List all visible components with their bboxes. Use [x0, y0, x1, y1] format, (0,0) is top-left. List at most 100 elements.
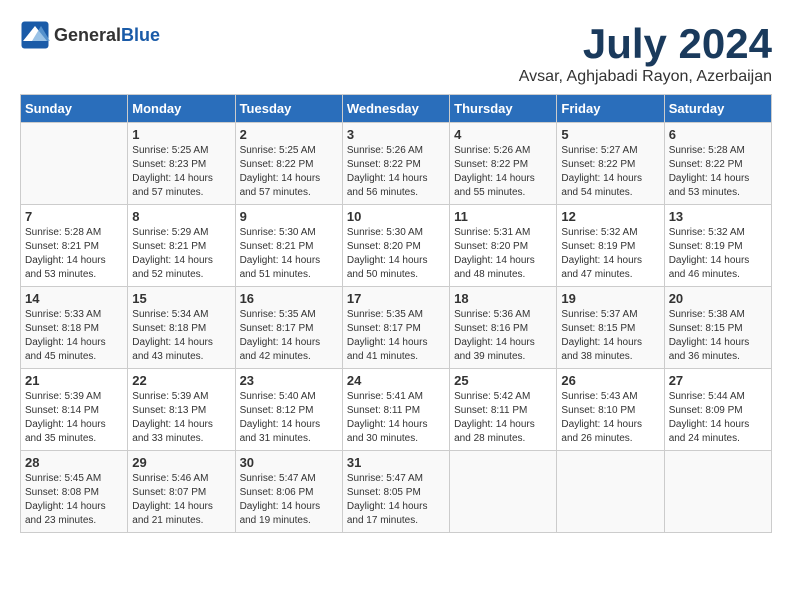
- day-number: 23: [240, 373, 338, 388]
- day-cell: 25 Sunrise: 5:42 AMSunset: 8:11 PMDayligh…: [450, 369, 557, 451]
- calendar-body: 1 Sunrise: 5:25 AMSunset: 8:23 PMDaylight…: [21, 123, 772, 533]
- day-info: Sunrise: 5:25 AMSunset: 8:22 PMDaylight:…: [240, 144, 338, 200]
- calendar-table: SundayMondayTuesdayWednesdayThursdayFrid…: [20, 94, 772, 533]
- day-number: 20: [669, 291, 767, 306]
- day-cell: 13 Sunrise: 5:32 AMSunset: 8:19 PMDayligh…: [664, 205, 771, 287]
- day-cell: 27 Sunrise: 5:44 AMSunset: 8:09 PMDayligh…: [664, 369, 771, 451]
- week-row-4: 28Sunrise: 5:45 AMSunset: 8:08 PMDayligh…: [21, 451, 772, 533]
- day-info: Sunrise: 5:46 AMSunset: 8:07 PMDaylight:…: [132, 472, 230, 528]
- day-cell: 31 Sunrise: 5:47 AMSunset: 8:05 PMDayligh…: [342, 451, 449, 533]
- day-info: Sunrise: 5:42 AMSunset: 8:11 PMDaylight:…: [454, 390, 552, 446]
- day-info: Sunrise: 5:30 AMSunset: 8:21 PMDaylight:…: [240, 226, 338, 282]
- day-cell: 23 Sunrise: 5:40 AMSunset: 8:12 PMDayligh…: [235, 369, 342, 451]
- day-number: 26: [561, 373, 659, 388]
- day-info: Sunrise: 5:41 AMSunset: 8:11 PMDaylight:…: [347, 390, 445, 446]
- title-area: July 2024 Avsar, Aghjabadi Rayon, Azerba…: [519, 20, 772, 86]
- day-header-friday: Friday: [557, 95, 664, 123]
- day-cell: 11 Sunrise: 5:31 AMSunset: 8:20 PMDayligh…: [450, 205, 557, 287]
- week-row-3: 21 Sunrise: 5:39 AMSunset: 8:14 PMDayligh…: [21, 369, 772, 451]
- day-number: 31: [347, 455, 445, 470]
- day-info: Sunrise: 5:28 AMSunset: 8:21 PMDaylight:…: [25, 226, 123, 282]
- day-cell: 17 Sunrise: 5:35 AMSunset: 8:17 PMDayligh…: [342, 287, 449, 369]
- day-cell: 8 Sunrise: 5:29 AMSunset: 8:21 PMDaylight…: [128, 205, 235, 287]
- day-info: Sunrise: 5:44 AMSunset: 8:09 PMDaylight:…: [669, 390, 767, 446]
- logo-text-general: General: [54, 25, 121, 45]
- day-info: Sunrise: 5:26 AMSunset: 8:22 PMDaylight:…: [347, 144, 445, 200]
- day-info: Sunrise: 5:43 AMSunset: 8:10 PMDaylight:…: [561, 390, 659, 446]
- day-header-thursday: Thursday: [450, 95, 557, 123]
- day-number: 13: [669, 209, 767, 224]
- day-number: 29: [132, 455, 230, 470]
- day-cell: 22 Sunrise: 5:39 AMSunset: 8:13 PMDayligh…: [128, 369, 235, 451]
- day-info: Sunrise: 5:26 AMSunset: 8:22 PMDaylight:…: [454, 144, 552, 200]
- day-cell: 18 Sunrise: 5:36 AMSunset: 8:16 PMDayligh…: [450, 287, 557, 369]
- day-info: Sunrise: 5:27 AMSunset: 8:22 PMDaylight:…: [561, 144, 659, 200]
- day-info: Sunrise: 5:25 AMSunset: 8:23 PMDaylight:…: [132, 144, 230, 200]
- day-info: Sunrise: 5:38 AMSunset: 8:15 PMDaylight:…: [669, 308, 767, 364]
- location-title: Avsar, Aghjabadi Rayon, Azerbaijan: [519, 68, 772, 86]
- day-info: Sunrise: 5:39 AMSunset: 8:13 PMDaylight:…: [132, 390, 230, 446]
- day-info: Sunrise: 5:35 AMSunset: 8:17 PMDaylight:…: [347, 308, 445, 364]
- day-info: Sunrise: 5:29 AMSunset: 8:21 PMDaylight:…: [132, 226, 230, 282]
- day-number: 7: [25, 209, 123, 224]
- day-number: 17: [347, 291, 445, 306]
- day-cell: 10Sunrise: 5:30 AMSunset: 8:20 PMDayligh…: [342, 205, 449, 287]
- day-cell: 5 Sunrise: 5:27 AMSunset: 8:22 PMDaylight…: [557, 123, 664, 205]
- day-number: 19: [561, 291, 659, 306]
- day-cell: 2Sunrise: 5:25 AMSunset: 8:22 PMDaylight…: [235, 123, 342, 205]
- day-info: Sunrise: 5:31 AMSunset: 8:20 PMDaylight:…: [454, 226, 552, 282]
- day-info: Sunrise: 5:33 AMSunset: 8:18 PMDaylight:…: [25, 308, 123, 364]
- day-cell: 26 Sunrise: 5:43 AMSunset: 8:10 PMDayligh…: [557, 369, 664, 451]
- day-number: 6: [669, 127, 767, 142]
- day-cell: 15Sunrise: 5:34 AMSunset: 8:18 PMDayligh…: [128, 287, 235, 369]
- month-title: July 2024: [519, 20, 772, 68]
- day-number: 18: [454, 291, 552, 306]
- day-cell: 29 Sunrise: 5:46 AMSunset: 8:07 PMDayligh…: [128, 451, 235, 533]
- day-number: 14: [25, 291, 123, 306]
- days-header-row: SundayMondayTuesdayWednesdayThursdayFrid…: [21, 95, 772, 123]
- week-row-1: 7 Sunrise: 5:28 AMSunset: 8:21 PMDaylight…: [21, 205, 772, 287]
- day-number: 21: [25, 373, 123, 388]
- day-cell: 6 Sunrise: 5:28 AMSunset: 8:22 PMDaylight…: [664, 123, 771, 205]
- day-cell: 28Sunrise: 5:45 AMSunset: 8:08 PMDayligh…: [21, 451, 128, 533]
- day-info: Sunrise: 5:47 AMSunset: 8:05 PMDaylight:…: [347, 472, 445, 528]
- day-header-monday: Monday: [128, 95, 235, 123]
- logo: GeneralBlue: [20, 20, 160, 50]
- day-cell: 9 Sunrise: 5:30 AMSunset: 8:21 PMDaylight…: [235, 205, 342, 287]
- day-cell: [557, 451, 664, 533]
- day-info: Sunrise: 5:45 AMSunset: 8:08 PMDaylight:…: [25, 472, 123, 528]
- day-number: 15: [132, 291, 230, 306]
- day-info: Sunrise: 5:28 AMSunset: 8:22 PMDaylight:…: [669, 144, 767, 200]
- day-number: 3: [347, 127, 445, 142]
- day-number: 5: [561, 127, 659, 142]
- day-number: 22: [132, 373, 230, 388]
- day-header-tuesday: Tuesday: [235, 95, 342, 123]
- day-cell: 24Sunrise: 5:41 AMSunset: 8:11 PMDayligh…: [342, 369, 449, 451]
- day-header-saturday: Saturday: [664, 95, 771, 123]
- day-number: 27: [669, 373, 767, 388]
- day-number: 9: [240, 209, 338, 224]
- day-number: 12: [561, 209, 659, 224]
- day-cell: [21, 123, 128, 205]
- day-cell: 20 Sunrise: 5:38 AMSunset: 8:15 PMDayligh…: [664, 287, 771, 369]
- day-cell: 21 Sunrise: 5:39 AMSunset: 8:14 PMDayligh…: [21, 369, 128, 451]
- day-info: Sunrise: 5:32 AMSunset: 8:19 PMDaylight:…: [669, 226, 767, 282]
- day-number: 25: [454, 373, 552, 388]
- day-number: 16: [240, 291, 338, 306]
- day-cell: 7 Sunrise: 5:28 AMSunset: 8:21 PMDaylight…: [21, 205, 128, 287]
- day-info: Sunrise: 5:30 AMSunset: 8:20 PMDaylight:…: [347, 226, 445, 282]
- day-cell: 16Sunrise: 5:35 AMSunset: 8:17 PMDayligh…: [235, 287, 342, 369]
- day-info: Sunrise: 5:39 AMSunset: 8:14 PMDaylight:…: [25, 390, 123, 446]
- logo-icon: [20, 20, 50, 50]
- day-number: 11: [454, 209, 552, 224]
- day-number: 1: [132, 127, 230, 142]
- day-number: 8: [132, 209, 230, 224]
- day-info: Sunrise: 5:36 AMSunset: 8:16 PMDaylight:…: [454, 308, 552, 364]
- day-cell: [450, 451, 557, 533]
- day-info: Sunrise: 5:40 AMSunset: 8:12 PMDaylight:…: [240, 390, 338, 446]
- day-cell: [664, 451, 771, 533]
- logo-text-blue: Blue: [121, 25, 160, 45]
- day-cell: 1 Sunrise: 5:25 AMSunset: 8:23 PMDaylight…: [128, 123, 235, 205]
- calendar-header: SundayMondayTuesdayWednesdayThursdayFrid…: [21, 95, 772, 123]
- day-info: Sunrise: 5:47 AMSunset: 8:06 PMDaylight:…: [240, 472, 338, 528]
